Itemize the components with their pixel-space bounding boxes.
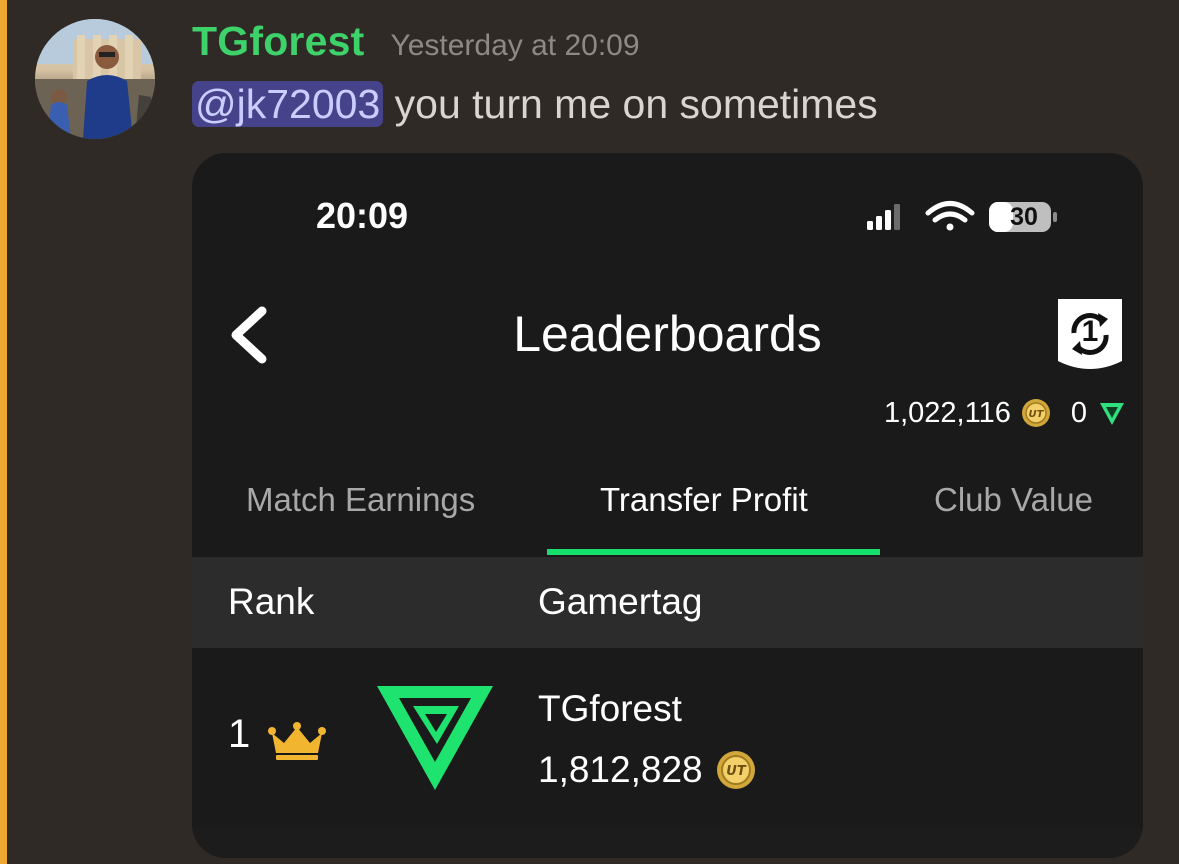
player-gamertag: TGforest [538, 688, 682, 729]
table-row[interactable]: 1 TGforest 1,812,828 UT [192, 648, 1143, 828]
tab-match-earnings[interactable]: Match Earnings [246, 481, 475, 519]
currency-balance: 1,022,116 UT 0 [884, 393, 1127, 433]
coin-balance: 1,022,116 [883, 396, 1011, 429]
sync-badge-number: 1 [1081, 315, 1099, 348]
svg-text:UT: UT [1028, 409, 1044, 420]
column-header-gamertag: Gamertag [538, 581, 703, 622]
coin-icon: UT [1021, 399, 1050, 427]
status-bar-time: 20:09 [316, 195, 409, 236]
crown-icon [268, 722, 326, 760]
attached-screenshot[interactable]: 20:09 30 Leaderboards 1 1,022,116 UT 0 M… [192, 153, 1143, 858]
message-highlight-bar [0, 0, 7, 864]
transfer-profit-value: 1,812,828 [538, 749, 703, 790]
active-tab-indicator [547, 549, 880, 555]
fc-points-icon [1100, 403, 1124, 425]
points-balance: 0 [1070, 396, 1087, 429]
next-row-edge [192, 828, 1143, 858]
message-author[interactable]: TGforest [192, 18, 364, 65]
column-header-rank: Rank [228, 581, 315, 622]
message-timestamp[interactable]: Yesterday at 20:09 [390, 29, 639, 63]
club-badge-icon [377, 686, 493, 790]
rank-number: 1 [228, 712, 251, 756]
tab-club-value[interactable]: Club Value [934, 481, 1093, 519]
wifi-icon [925, 201, 975, 231]
cellular-signal-icon [867, 204, 900, 230]
svg-text:UT: UT [726, 764, 747, 779]
user-avatar[interactable] [35, 19, 155, 139]
message-header: TGforest Yesterday at 20:09 [192, 18, 640, 68]
battery-level: 30 [1010, 203, 1038, 231]
leaderboard-tabs: Match Earnings Transfer Profit Club Valu… [192, 473, 1143, 555]
player-score: 1,812,828 UT [538, 745, 757, 795]
coin-icon: UT [716, 751, 755, 789]
table-header: Rank Gamertag [192, 557, 1143, 648]
message-text: you turn me on sometimes [383, 81, 878, 127]
message-content: @jk72003 you turn me on sometimes [192, 73, 878, 135]
user-mention[interactable]: @jk72003 [192, 81, 384, 127]
avatar-photo [35, 19, 155, 139]
sync-objectives-button[interactable]: 1 [1054, 295, 1126, 377]
screen-title: Leaderboards [513, 306, 822, 362]
tab-transfer-profit[interactable]: Transfer Profit [600, 481, 808, 519]
